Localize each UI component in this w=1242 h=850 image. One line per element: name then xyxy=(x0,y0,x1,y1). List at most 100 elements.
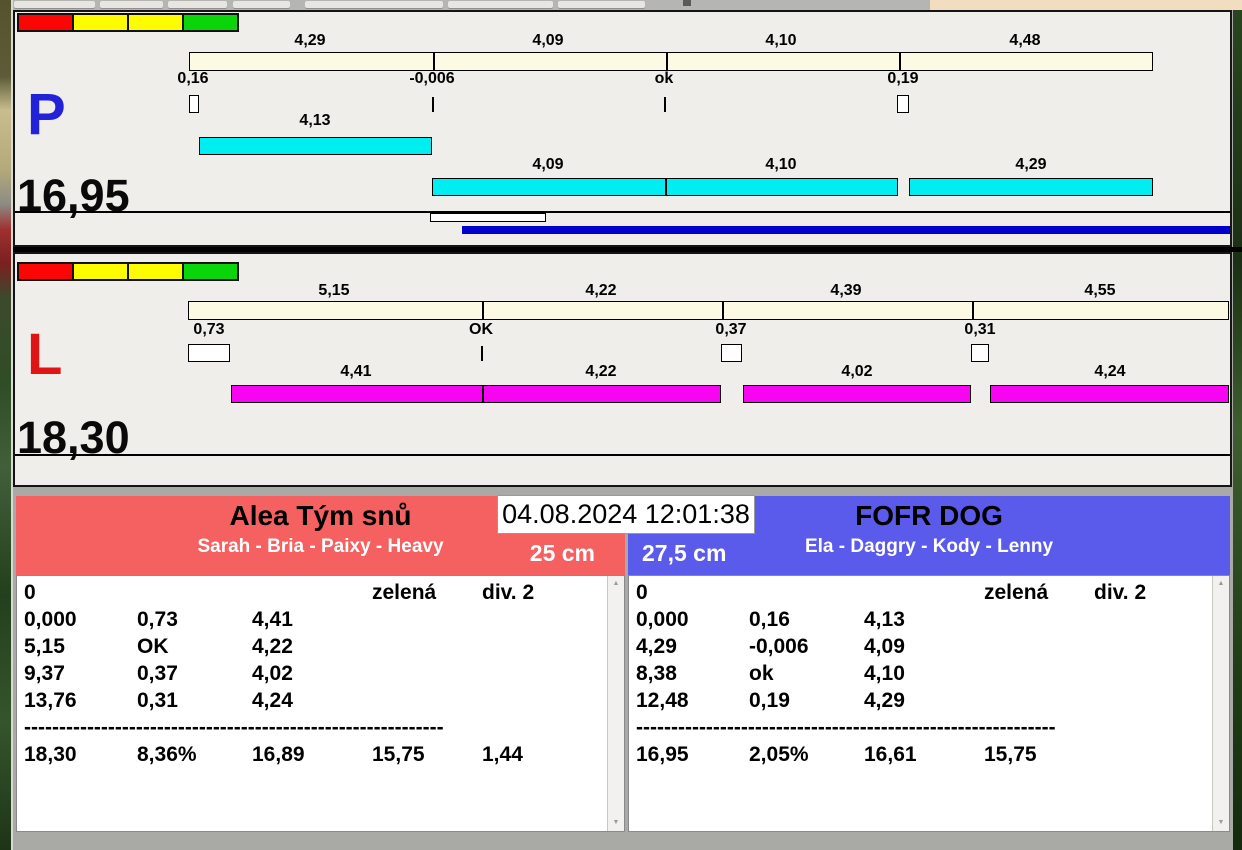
panel-subline xyxy=(15,211,1230,213)
table-cell: 4,22 xyxy=(252,635,293,658)
schedule-segment xyxy=(189,302,482,319)
table-cell: zelená xyxy=(372,581,437,604)
run-time-label: 4,29 xyxy=(1015,156,1047,173)
table-cell: 16,89 xyxy=(252,743,305,766)
table-cell xyxy=(1094,660,1209,687)
table-cell: ok xyxy=(749,662,774,685)
schedule-segment xyxy=(482,302,722,319)
crossing-mark-box xyxy=(897,95,909,113)
scroll-down-icon[interactable]: ▼ xyxy=(608,815,624,831)
start-lights xyxy=(17,262,239,281)
jump-height-badge: 27,5 cm xyxy=(642,540,727,566)
table-cell: 12,48 xyxy=(636,689,689,712)
lane-letter: P xyxy=(27,82,66,147)
crossing-mark-box xyxy=(188,344,230,362)
split-time-label: 5,15 xyxy=(318,282,350,299)
jump-height-badge: 25 cm xyxy=(529,540,595,566)
scroll-up-icon[interactable]: ▲ xyxy=(608,576,624,592)
vertical-scrollbar[interactable]: ▲ ▼ xyxy=(1212,576,1229,831)
split-time-label: 4,48 xyxy=(1009,32,1041,49)
table-cell: 4,10 xyxy=(864,662,905,685)
crossing-mark-box xyxy=(189,95,199,113)
table-cell: 18,30 xyxy=(24,743,77,766)
results-table-right: 0 zelená div. 2 0,000 0,16 4,13 4,29 -0,006 4,09… xyxy=(628,575,1230,832)
table-cell: 13,76 xyxy=(24,689,77,712)
table-cell: 4,29 xyxy=(636,635,677,658)
split-time-label: 4,39 xyxy=(830,282,862,299)
background-cell xyxy=(558,1,645,8)
table-cell: 15,75 xyxy=(372,743,425,766)
table-cell: 1,44 xyxy=(482,743,523,766)
lane-letter: L xyxy=(27,322,63,387)
vertical-scrollbar[interactable]: ▲ ▼ xyxy=(607,576,624,831)
table-row: 0 zelená div. 2 xyxy=(24,579,604,606)
clock-display: 04.08.2024 12:01:38 xyxy=(497,495,755,534)
table-cell xyxy=(1094,687,1209,714)
table-cell: 0 xyxy=(24,581,36,604)
crossing-mark-label: 0,19 xyxy=(887,70,919,87)
background-cell xyxy=(448,1,553,8)
schedule-segment xyxy=(433,53,666,70)
run-time-label: 4,09 xyxy=(532,156,564,173)
crossing-mark-tick xyxy=(664,97,666,112)
start-light-yellow-1 xyxy=(72,13,129,32)
table-cell: 8,38 xyxy=(636,662,677,685)
crossing-mark-label: -0,006 xyxy=(409,70,455,87)
crossing-mark-label: 0,37 xyxy=(715,321,747,338)
table-cell xyxy=(1094,633,1209,660)
current-run-bar xyxy=(430,213,546,222)
table-cell: 4,13 xyxy=(864,608,905,631)
table-cell: zelená xyxy=(984,581,1049,604)
table-cell xyxy=(984,606,1094,633)
table-row: 5,15 OK 4,22 xyxy=(24,633,604,660)
table-cell: 4,41 xyxy=(252,608,293,631)
crossing-mark-label: 0,31 xyxy=(964,321,996,338)
split-time-label: 4,22 xyxy=(585,282,617,299)
schedule-bar xyxy=(188,301,1229,320)
scroll-up-icon[interactable]: ▲ xyxy=(1213,576,1229,592)
run-bar xyxy=(909,178,1153,196)
start-light-red xyxy=(17,13,74,32)
table-row: 9,37 0,37 4,02 xyxy=(24,660,604,687)
dropdown-arrow-icon xyxy=(683,0,691,6)
crossing-mark-label: OK xyxy=(469,321,493,338)
run-segment xyxy=(232,386,482,402)
table-cell xyxy=(984,660,1094,687)
table-cell xyxy=(1094,741,1209,768)
start-light-yellow-2 xyxy=(127,262,184,281)
table-cell xyxy=(252,579,372,606)
run-bar xyxy=(231,385,721,403)
scroll-down-icon[interactable]: ▼ xyxy=(1213,815,1229,831)
results-separator: ----------------------------------------… xyxy=(24,716,444,739)
background-window-beige xyxy=(930,0,1242,10)
table-cell xyxy=(482,687,604,714)
table-row: 0 zelená div. 2 xyxy=(636,579,1209,606)
table-cell: 8,36% xyxy=(137,743,197,766)
run-segment xyxy=(910,179,1152,195)
crossing-mark-tick xyxy=(481,346,483,361)
start-light-yellow-1 xyxy=(72,262,129,281)
schedule-bar xyxy=(189,52,1153,71)
schedule-segment xyxy=(972,302,1228,319)
run-bar xyxy=(990,385,1229,403)
table-cell: -0,006 xyxy=(749,635,809,658)
background-cell xyxy=(100,1,163,8)
desktop-strip-right xyxy=(1233,8,1242,850)
schedule-segment xyxy=(722,302,972,319)
split-time-label: 4,29 xyxy=(294,32,326,49)
run-segment xyxy=(200,138,431,154)
desktop-strip-left xyxy=(0,0,13,850)
table-cell: 16,61 xyxy=(864,743,917,766)
table-cell: 0,37 xyxy=(137,662,178,685)
table-row: 18,30 8,36% 16,89 15,75 1,44 xyxy=(24,741,604,768)
panel-subline xyxy=(15,454,1230,456)
table-row: 12,48 0,19 4,29 xyxy=(636,687,1209,714)
run-time-label: 4,22 xyxy=(585,363,617,380)
table-row: 0,000 0,16 4,13 xyxy=(636,606,1209,633)
results-separator: ----------------------------------------… xyxy=(636,716,1056,739)
crossing-mark-label: 0,73 xyxy=(193,321,225,338)
run-time-label: 4,13 xyxy=(299,112,331,129)
table-cell: 2,05% xyxy=(749,743,809,766)
table-cell xyxy=(372,606,482,633)
table-cell: OK xyxy=(137,635,169,658)
